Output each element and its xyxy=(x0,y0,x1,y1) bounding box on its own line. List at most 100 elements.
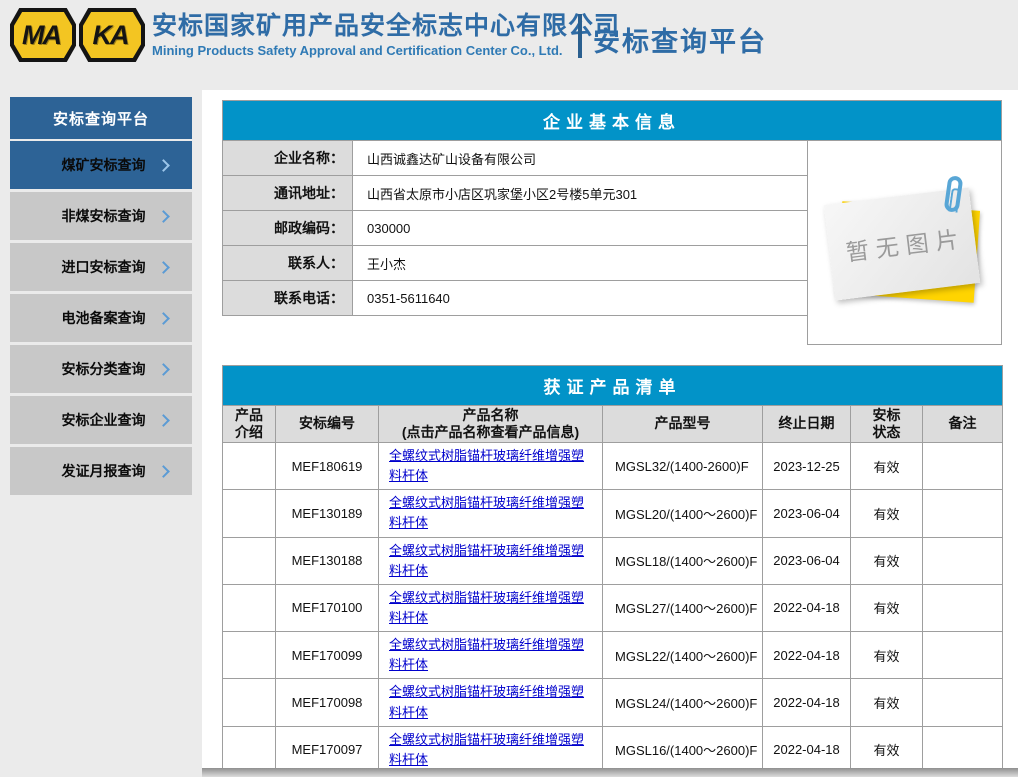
product-name-link[interactable]: 全螺纹式树脂锚杆玻璃纤维增强塑料杆体 xyxy=(389,448,584,483)
product-end-date: 2023-12-25 xyxy=(763,443,851,490)
top-header: MA KA 安标国家矿用产品安全标志中心有限公司 Mining Products… xyxy=(0,0,1018,90)
platform-title: 安标查询平台 xyxy=(593,20,767,59)
field-label: 通讯地址： xyxy=(223,176,353,211)
product-status: 有效 xyxy=(851,679,923,726)
header-divider xyxy=(578,14,582,58)
org-name-zh: 安标国家矿用产品安全标志中心有限公司 xyxy=(152,11,620,41)
ma-badge-inner: MA xyxy=(14,12,72,58)
chevron-right-icon xyxy=(157,465,170,478)
product-list-title: 获证产品清单 xyxy=(223,366,1003,406)
sidebar-item-label: 非煤安标查询 xyxy=(48,206,159,226)
product-code: MEF170100 xyxy=(276,584,379,631)
product-row: MEF180619 全螺纹式树脂锚杆玻璃纤维增强塑料杆体 MGSL32/(140… xyxy=(223,443,1003,490)
col-product-name: 产品名称 (点击产品名称查看产品信息) xyxy=(379,406,603,443)
company-info-section: 企业基本信息 企业名称： 山西诚鑫达矿山设备有限公司 通讯地址： 山西省太原市小… xyxy=(222,100,1018,345)
product-table-header-row: 产品 介绍 安标编号 产品名称 (点击产品名称查看产品信息) 产品型号 终止日期… xyxy=(223,406,1003,443)
product-intro-cell xyxy=(223,584,276,631)
product-name-link[interactable]: 全螺纹式树脂锚杆玻璃纤维增强塑料杆体 xyxy=(389,684,584,719)
product-intro-cell xyxy=(223,537,276,584)
product-note-cell xyxy=(923,443,1003,490)
product-status: 有效 xyxy=(851,584,923,631)
col-cert-number: 安标编号 xyxy=(276,406,379,443)
product-note-cell xyxy=(923,584,1003,631)
product-row: MEF170100 全螺纹式树脂锚杆玻璃纤维增强塑料杆体 MGSL27/(140… xyxy=(223,584,1003,631)
chevron-right-icon xyxy=(157,261,170,274)
product-intro-cell xyxy=(223,726,276,773)
product-code: MEF130189 xyxy=(276,490,379,537)
product-model: MGSL32/(1400-2600)F xyxy=(603,443,763,490)
product-model: MGSL24/(1400～2600)F xyxy=(603,679,763,726)
company-info-table: 企业名称： 山西诚鑫达矿山设备有限公司 通讯地址： 山西省太原市小店区巩家堡小区… xyxy=(222,140,807,316)
company-row: 通讯地址： 山西省太原市小店区巩家堡小区2号楼5单元301 xyxy=(223,176,808,211)
chevron-right-icon xyxy=(157,363,170,376)
product-name-link[interactable]: 全螺纹式树脂锚杆玻璃纤维增强塑料杆体 xyxy=(389,543,584,578)
product-model: MGSL18/(1400～2600)F xyxy=(603,537,763,584)
ma-badge-text: MA xyxy=(22,20,60,51)
product-model: MGSL16/(1400～2600)F xyxy=(603,726,763,773)
product-name-cell: 全螺纹式树脂锚杆玻璃纤维增强塑料杆体 xyxy=(379,537,603,584)
ka-badge-text: KA xyxy=(93,20,128,51)
product-name-link[interactable]: 全螺纹式树脂锚杆玻璃纤维增强塑料杆体 xyxy=(389,495,584,530)
company-row: 联系电话： 0351-5611640 xyxy=(223,281,808,316)
company-row: 联系人： 王小杰 xyxy=(223,246,808,281)
horizontal-scrollbar[interactable] xyxy=(202,768,1018,777)
chevron-right-icon xyxy=(157,210,170,223)
product-status: 有效 xyxy=(851,726,923,773)
product-code: MEF180619 xyxy=(276,443,379,490)
postal-code-value: 030000 xyxy=(353,211,808,246)
chevron-right-icon xyxy=(157,159,170,172)
sidebar-item-label: 发证月报查询 xyxy=(48,461,159,481)
company-info-title: 企业基本信息 xyxy=(222,100,1002,140)
product-intro-cell xyxy=(223,679,276,726)
product-status: 有效 xyxy=(851,537,923,584)
contact-phone-value: 0351-5611640 xyxy=(353,281,808,316)
product-status: 有效 xyxy=(851,490,923,537)
product-row: MEF170099 全螺纹式树脂锚杆玻璃纤维增强塑料杆体 MGSL22/(140… xyxy=(223,632,1003,679)
field-label: 联系电话： xyxy=(223,281,353,316)
product-intro-cell xyxy=(223,490,276,537)
product-row: MEF170097 全螺纹式树脂锚杆玻璃纤维增强塑料杆体 MGSL16/(140… xyxy=(223,726,1003,773)
product-name-link[interactable]: 全螺纹式树脂锚杆玻璃纤维增强塑料杆体 xyxy=(389,637,584,672)
product-end-date: 2023-06-04 xyxy=(763,490,851,537)
col-status: 安标 状态 xyxy=(851,406,923,443)
field-label: 企业名称： xyxy=(223,141,353,176)
field-label: 联系人： xyxy=(223,246,353,281)
sidebar-item-classification-query[interactable]: 安标分类查询 xyxy=(10,345,192,393)
product-code: MEF170097 xyxy=(276,726,379,773)
maka-logo: MA KA xyxy=(10,8,145,62)
col-product-model: 产品型号 xyxy=(603,406,763,443)
product-intro-cell xyxy=(223,443,276,490)
org-name-en: Mining Products Safety Approval and Cert… xyxy=(152,43,620,58)
product-name-link[interactable]: 全螺纹式树脂锚杆玻璃纤维增强塑料杆体 xyxy=(389,590,584,625)
ka-badge-inner: KA xyxy=(83,12,141,58)
sidebar-item-label: 安标企业查询 xyxy=(48,410,159,430)
sidebar-item-label: 进口安标查询 xyxy=(48,257,159,277)
contact-person-value: 王小杰 xyxy=(353,246,808,281)
col-product-intro: 产品 介绍 xyxy=(223,406,276,443)
sidebar-item-battery-record-query[interactable]: 电池备案查询 xyxy=(10,294,192,342)
sidebar-item-monthly-report-query[interactable]: 发证月报查询 xyxy=(10,447,192,495)
product-status: 有效 xyxy=(851,632,923,679)
company-row: 企业名称： 山西诚鑫达矿山设备有限公司 xyxy=(223,141,808,176)
product-model: MGSL27/(1400～2600)F xyxy=(603,584,763,631)
product-row: MEF130188 全螺纹式树脂锚杆玻璃纤维增强塑料杆体 MGSL18/(140… xyxy=(223,537,1003,584)
product-name-cell: 全螺纹式树脂锚杆玻璃纤维增强塑料杆体 xyxy=(379,443,603,490)
product-note-cell xyxy=(923,537,1003,584)
product-status: 有效 xyxy=(851,443,923,490)
main-panel: 企业基本信息 企业名称： 山西诚鑫达矿山设备有限公司 通讯地址： 山西省太原市小… xyxy=(202,90,1018,768)
field-label: 邮政编码： xyxy=(223,211,353,246)
product-note-cell xyxy=(923,632,1003,679)
no-image-placeholder: 暂无图片 xyxy=(807,140,1002,345)
sidebar-item-enterprise-query[interactable]: 安标企业查询 xyxy=(10,396,192,444)
org-name-block: 安标国家矿用产品安全标志中心有限公司 Mining Products Safet… xyxy=(152,11,620,58)
company-name-value: 山西诚鑫达矿山设备有限公司 xyxy=(353,141,808,176)
sidebar-title: 安标查询平台 xyxy=(10,97,192,139)
sidebar-item-coal-mine-query[interactable]: 煤矿安标查询 xyxy=(10,141,192,189)
product-name-cell: 全螺纹式树脂锚杆玻璃纤维增强塑料杆体 xyxy=(379,679,603,726)
product-note-cell xyxy=(923,490,1003,537)
sidebar-item-non-coal-query[interactable]: 非煤安标查询 xyxy=(10,192,192,240)
product-list-section: 获证产品清单 产品 介绍 安标编号 产品名称 (点击产品名称查看产品信息) 产品… xyxy=(222,365,1018,774)
product-name-link[interactable]: 全螺纹式树脂锚杆玻璃纤维增强塑料杆体 xyxy=(389,732,584,767)
sidebar-item-import-query[interactable]: 进口安标查询 xyxy=(10,243,192,291)
product-model: MGSL22/(1400～2600)F xyxy=(603,632,763,679)
